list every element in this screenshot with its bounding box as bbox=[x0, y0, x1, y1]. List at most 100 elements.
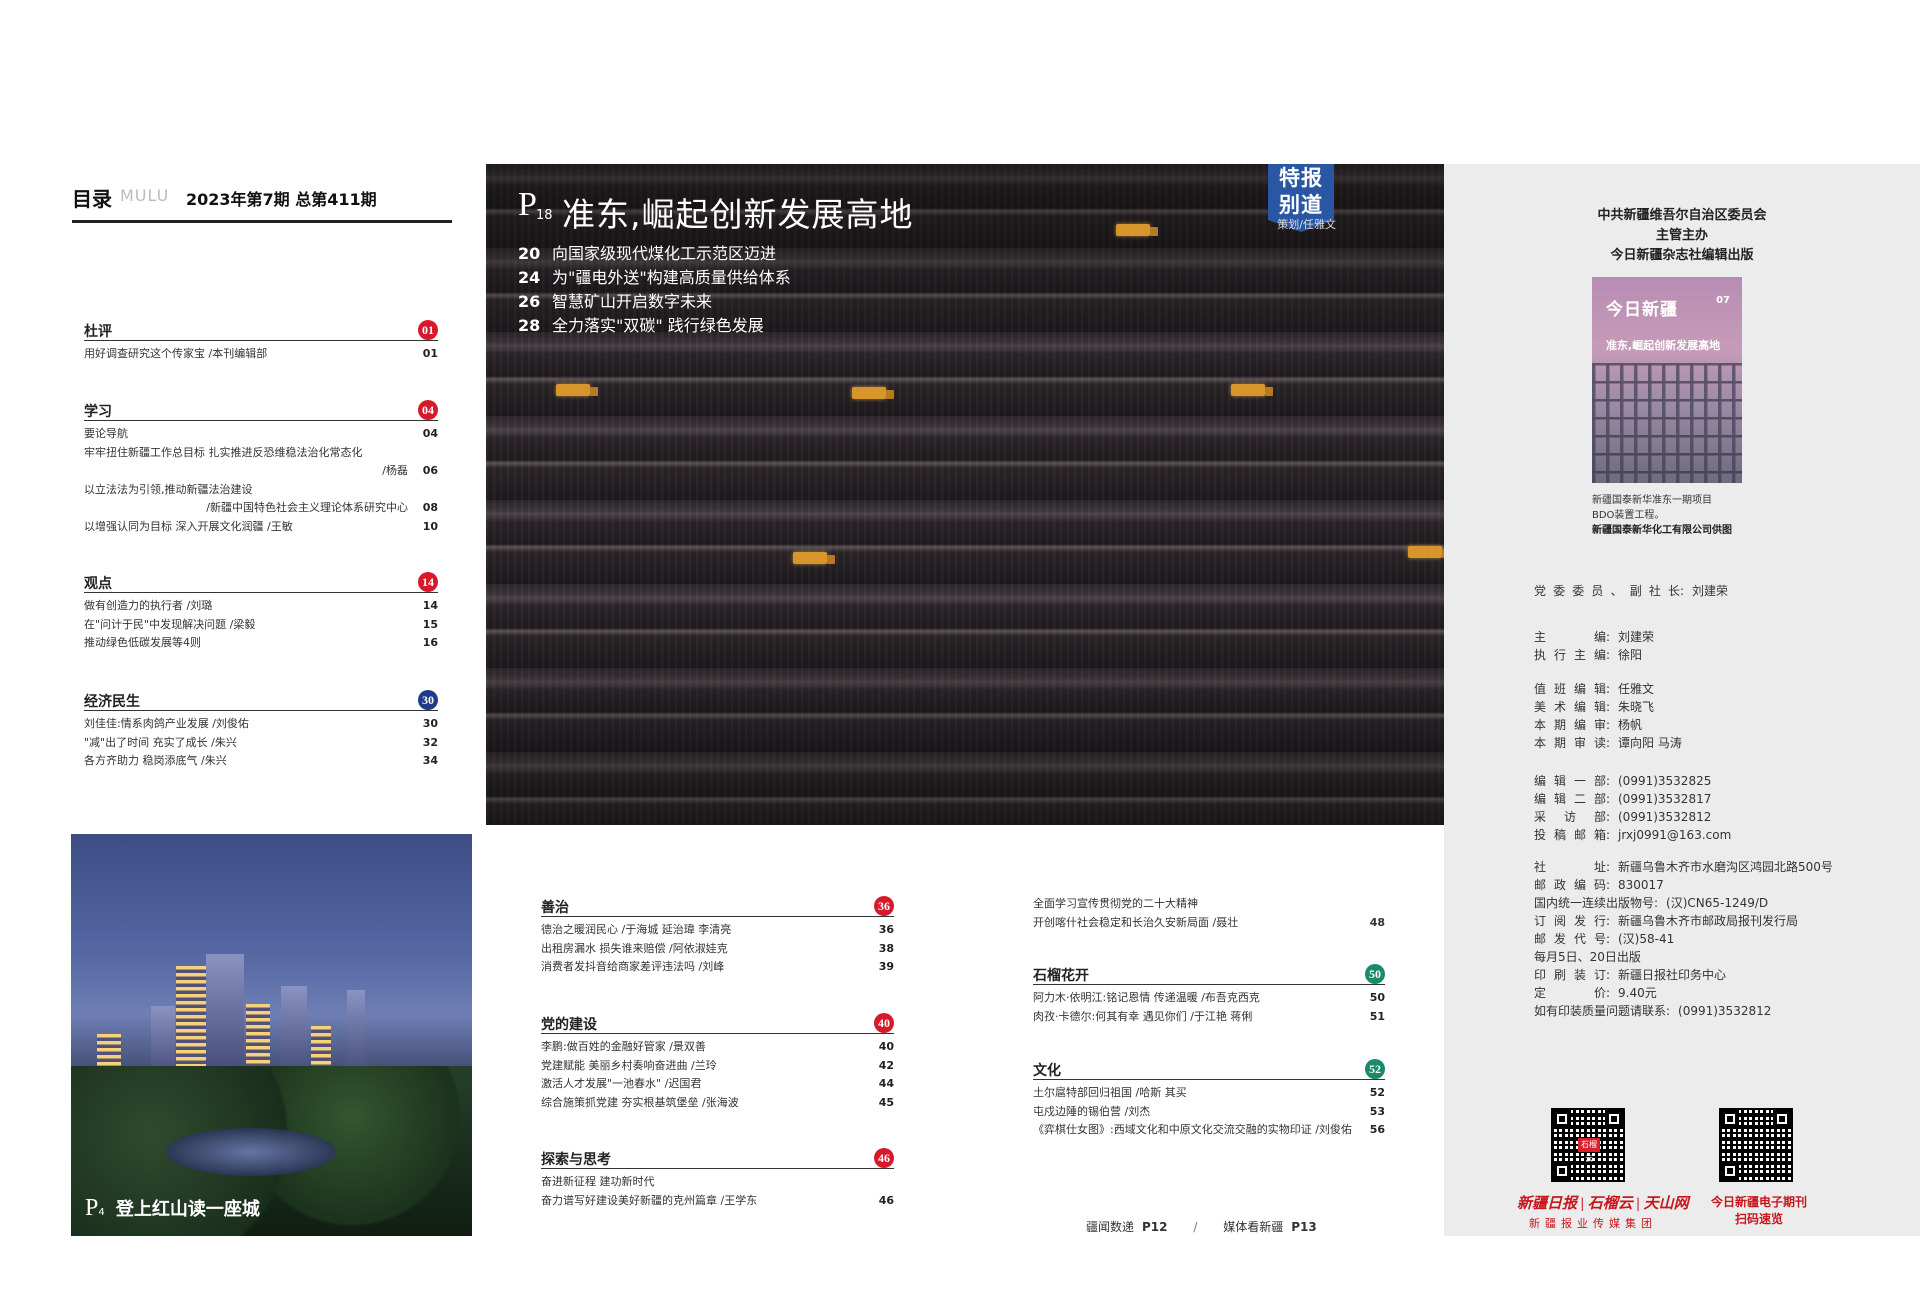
staff-label: 订阅发行 bbox=[1534, 914, 1606, 928]
toc-entry-page: 38 bbox=[878, 941, 894, 955]
toc-entry[interactable]: 出租房漏水 损失谁来赔偿 /阿依淑娃克 38 bbox=[541, 940, 894, 959]
footer-link-news[interactable]: 疆闻数递 bbox=[1086, 1220, 1134, 1234]
toc-entry-author: /新疆中国特色社会主义理论体系研究中心 bbox=[206, 501, 408, 514]
toc-entry[interactable]: "减"出了时间 充实了成长 /朱兴 32 bbox=[84, 734, 438, 753]
feature-article[interactable]: 24 为"疆电外送"构建高质量供给体系 bbox=[518, 266, 791, 290]
staff-label: 邮发代号 bbox=[1534, 932, 1606, 946]
toc-entry-title: 以立法法为引领,推动新疆法治建设 bbox=[84, 482, 253, 496]
staff-value: (汉)CN65-1249/D bbox=[1666, 896, 1769, 910]
staff-row: 采访部: (0991)3532812 bbox=[1534, 810, 1712, 824]
toc-entry[interactable]: 以增强认同为目标 深入开展文化润疆 /王敏 10 bbox=[84, 518, 438, 537]
staff-value: (0991)3532812 bbox=[1618, 810, 1712, 824]
staff-value: (0991)3532812 bbox=[1678, 1004, 1772, 1018]
toc-entry[interactable]: 做有创造力的执行者 /刘璐 14 bbox=[84, 597, 438, 616]
section-title[interactable]: 观点 bbox=[84, 573, 112, 593]
truck bbox=[852, 387, 894, 399]
section-page-badge: 14 bbox=[418, 572, 438, 592]
toc-entry[interactable]: 德治之暖润民心 /于海城 延治瑋 李清亮 36 bbox=[541, 921, 894, 940]
toc-title-en: MULU bbox=[120, 186, 170, 205]
section-title[interactable]: 党的建设 bbox=[541, 1014, 597, 1034]
toc-entry-page: 53 bbox=[1369, 1104, 1385, 1118]
feature-article[interactable]: 20 向国家级现代煤化工示范区迈进 bbox=[518, 242, 791, 266]
staff-row: 主编: 刘建荣 bbox=[1534, 630, 1655, 644]
footer-links: 疆闻数递 P12 / 媒体看新疆 P13 bbox=[1086, 1218, 1317, 1235]
toc-entry-title: "减"出了时间 充实了成长 /朱兴 bbox=[84, 735, 237, 749]
toc-entry[interactable]: 李鹏:做百姓的金融好管家 /景双善 40 bbox=[541, 1038, 894, 1057]
toc-entry[interactable]: 《弈棋仕女图》:西域文化和中原文化交流交融的实物印证 /刘俊佑 56 bbox=[1033, 1121, 1385, 1140]
cover-logo: 今日新疆 bbox=[1606, 300, 1678, 319]
qr-code-group[interactable]: 石榴云 bbox=[1551, 1108, 1625, 1182]
toc-entry[interactable]: 全面学习宣传贯彻党的二十大精神 bbox=[1033, 895, 1385, 914]
cover-credit: 新疆国泰新华化工有限公司供图 bbox=[1592, 525, 1732, 536]
staff-label: 党委委员、副社长 bbox=[1534, 584, 1680, 598]
section-page-badge: 36 bbox=[874, 896, 894, 916]
toc-entry-page: 52 bbox=[1369, 1086, 1385, 1099]
toc-entry[interactable]: 激活人才发展"一池春水" /迟国君 44 bbox=[541, 1075, 894, 1094]
toc-entry[interactable]: 刘佳佳:情系肉鸽产业发展 /刘俊佑 30 bbox=[84, 715, 438, 734]
staff-value: (汉)58-41 bbox=[1618, 932, 1675, 946]
staff-value: 任雅文 bbox=[1618, 682, 1655, 696]
toc-entry-page: 15 bbox=[422, 617, 438, 631]
staff-value: 830017 bbox=[1618, 878, 1664, 892]
staff-value: 新疆乌鲁木齐市邮政局报刊发行局 bbox=[1618, 914, 1799, 928]
toc-entry[interactable]: 综合施策抓党建 夯实根基筑堡垒 /张海波 45 bbox=[541, 1094, 894, 1113]
staff-row: 美术编辑: 朱晓飞 bbox=[1534, 700, 1655, 714]
section-items: 奋进新征程 建功新时代 奋力谱写好建设美好新疆的克州篇章 /王学东 46 bbox=[541, 1173, 894, 1210]
lake bbox=[166, 1128, 336, 1176]
staff-row: 印刷装订: 新疆日报社印务中心 bbox=[1534, 968, 1727, 982]
toc-entry[interactable]: 奋力谱写好建设美好新疆的克州篇章 /王学东 46 bbox=[541, 1192, 894, 1211]
feature-credit: 策划/任雅文 bbox=[1277, 218, 1336, 231]
staff-row: 投稿邮箱: jrxj0991@163.com bbox=[1534, 828, 1732, 842]
toc-entry[interactable]: 奋进新征程 建功新时代 bbox=[541, 1173, 894, 1192]
toc-entry-title: 刘佳佳:情系肉鸽产业发展 /刘俊佑 bbox=[84, 717, 249, 730]
feature-article[interactable]: 28 全力落实"双碳" 践行绿色发展 bbox=[518, 314, 791, 338]
footer-link-media[interactable]: 媒体看新疆 bbox=[1223, 1220, 1283, 1234]
toc-entry-title: 各方齐助力 稳岗添底气 /朱兴 bbox=[84, 754, 227, 767]
toc-entry[interactable]: 要论导航 04 bbox=[84, 425, 438, 444]
toc-entry[interactable]: 阿力木·依明江:铭记恩情 传递温暖 /布吾克西克 50 bbox=[1033, 989, 1385, 1008]
toc-entry[interactable]: 肉孜·卡德尔:何其有幸 遇见你们 /于江艳 蒋俐 51 bbox=[1033, 1008, 1385, 1027]
toc-entry[interactable]: 牢牢扭住新疆工作总目标 扎实推进反恐维稳法治化常态化/杨磊 06 bbox=[84, 444, 438, 481]
toc-entry[interactable]: 各方齐助力 稳岗添底气 /朱兴 34 bbox=[84, 752, 438, 771]
section-title[interactable]: 学习 bbox=[84, 401, 112, 421]
toc-entry[interactable]: 消费者发抖音给商家差评违法吗 /刘峰 39 bbox=[541, 958, 894, 977]
section-title[interactable]: 善治 bbox=[541, 897, 569, 917]
toc-entry[interactable]: 开创喀什社会稳定和长治久安新局面 /聂壮 48 bbox=[1033, 914, 1385, 933]
staff-row: 执行主编: 徐阳 bbox=[1534, 648, 1643, 662]
feature-page-mark: P 18 bbox=[518, 186, 553, 223]
staff-value[interactable]: jrxj0991@163.com bbox=[1618, 828, 1731, 842]
toc-entry[interactable]: 在"问计于民"中发现解决问题 /梁毅 15 bbox=[84, 616, 438, 635]
toc-entry[interactable]: 土尔扈特部回归祖国 /哈斯 其买 52 bbox=[1033, 1084, 1385, 1103]
staff-label: 本期编审 bbox=[1534, 718, 1606, 732]
toc-entry-title: 以增强认同为目标 深入开展文化润疆 /王敏 bbox=[84, 519, 293, 533]
section-header: 杜评 01 bbox=[84, 319, 438, 341]
toc-entry[interactable]: 以立法法为引领,推动新疆法治建设/新疆中国特色社会主义理论体系研究中心 08 bbox=[84, 481, 438, 518]
toc-entry[interactable]: 推动绿色低碳发展等4则 16 bbox=[84, 634, 438, 653]
toc-entry-title: 用好调查研究这个传家宝 /本刊编辑部 bbox=[84, 347, 268, 360]
feature-article-title: 智慧矿山开启数字未来 bbox=[552, 292, 713, 311]
section-title[interactable]: 文化 bbox=[1033, 1060, 1061, 1080]
section-title[interactable]: 杜评 bbox=[84, 321, 112, 341]
section-title[interactable]: 经济民生 bbox=[84, 691, 140, 711]
section-header: 探索与思考 46 bbox=[541, 1147, 894, 1169]
toc-entry-author: /杨磊 bbox=[382, 464, 408, 477]
section-items: 刘佳佳:情系肉鸽产业发展 /刘俊佑 30 "减"出了时间 充实了成长 /朱兴 32 各方… bbox=[84, 715, 438, 771]
feature-article-list: 20 向国家级现代煤化工示范区迈进 24 为"疆电外送"构建高质量供给体系 26 智慧矿山… bbox=[518, 242, 791, 338]
truck bbox=[793, 552, 835, 564]
staff-label: 编辑一部 bbox=[1534, 774, 1606, 788]
toc-entry[interactable]: 用好调查研究这个传家宝 /本刊编辑部 01 bbox=[84, 345, 438, 364]
section-title[interactable]: 石榴花开 bbox=[1033, 965, 1089, 985]
feature-article[interactable]: 26 智慧矿山开启数字未来 bbox=[518, 290, 791, 314]
staff-value: 谭向阳 马涛 bbox=[1618, 736, 1682, 750]
toc-entry[interactable]: 党建赋能 美丽乡村奏响奋进曲 /兰玲 42 bbox=[541, 1057, 894, 1076]
toc-entry-page: 16 bbox=[422, 636, 438, 649]
toc-entry-page: 36 bbox=[878, 923, 894, 936]
cover-plant-image bbox=[1592, 363, 1742, 483]
media-group-logo: 新疆日报 | 石榴云 | 天山网 新疆报业传媒集团 bbox=[1517, 1192, 1689, 1231]
toc-entry[interactable]: 屯戍边陲的锡伯营 /刘杰 53 bbox=[1033, 1103, 1385, 1122]
qr-code-ejournal[interactable] bbox=[1719, 1108, 1793, 1182]
staff-label: 美术编辑 bbox=[1534, 700, 1606, 714]
section-title[interactable]: 探索与思考 bbox=[541, 1149, 611, 1169]
magazine-cover[interactable]: 今日新疆 07 准东,崛起创新发展高地 bbox=[1592, 277, 1742, 483]
city-photo[interactable]: P4 登上红山读一座城 bbox=[71, 834, 472, 1236]
